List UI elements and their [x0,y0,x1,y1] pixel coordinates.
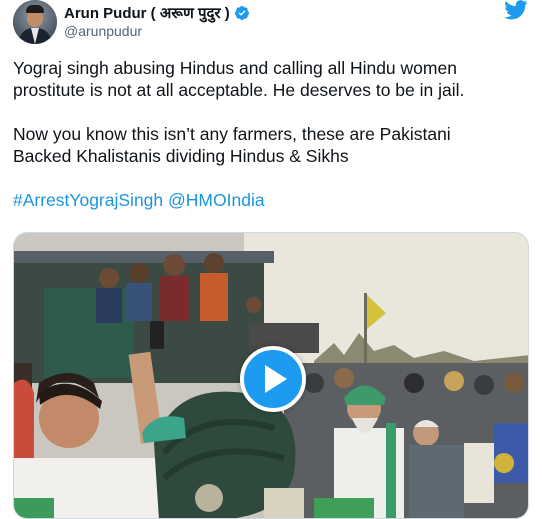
tweet-text-line: Now you know this isn’t any farmers, the… [13,124,451,144]
tweet-body: Yograj singh abusing Hindus and calling … [13,57,533,211]
tweet-links: #ArrestYograjSingh @HMOIndia [13,189,533,211]
video-player[interactable] [13,232,529,519]
twitter-bird-icon[interactable] [504,0,528,20]
tweet-text-line: prostitute is not at all acceptable. He … [13,80,465,100]
profile-avatar[interactable] [13,0,57,44]
verified-badge-icon [234,6,249,20]
tweet-text-line: Backed Khalistanis dividing Hindus & Sik… [13,146,349,166]
tweet-card: Arun Pudur ( अरूण पुदुर ) @arunpudur Yog… [0,0,542,519]
author-display-name[interactable]: Arun Pudur ( अरूण पुदुर ) [64,3,230,23]
mention-link[interactable]: @HMOIndia [168,190,265,210]
play-button[interactable] [240,346,306,412]
tweet-text-line: Yograj singh abusing Hindus and calling … [13,58,457,78]
author-handle[interactable]: @arunpudur [64,23,142,39]
play-icon [265,365,287,393]
hashtag-link[interactable]: #ArrestYograjSingh [13,190,163,210]
author-name-row[interactable]: Arun Pudur ( अरूण पुदुर ) [64,4,250,22]
